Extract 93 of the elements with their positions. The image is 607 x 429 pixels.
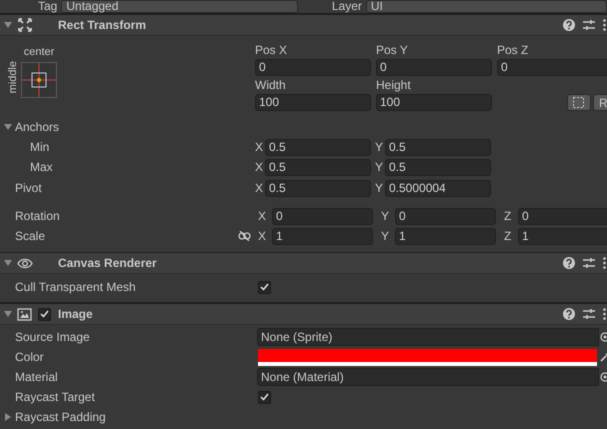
number-field[interactable]: 1 — [272, 228, 373, 244]
target-icon[interactable] — [600, 372, 607, 382]
number-field[interactable]: 0.5 — [265, 180, 371, 196]
number-field[interactable]: 1 — [518, 228, 607, 244]
checkmark-icon — [40, 310, 49, 318]
axis-label: Z — [504, 229, 512, 243]
axis-label: X — [258, 209, 268, 223]
color-swatch[interactable] — [258, 348, 597, 366]
property-label: Raycast Target — [15, 390, 96, 404]
property-label: Pivot — [15, 181, 43, 195]
axis-label: X — [255, 160, 264, 174]
dashed-square-icon — [573, 97, 584, 108]
target-icon[interactable] — [600, 332, 607, 342]
number-field[interactable]: 0.5 — [265, 138, 371, 156]
number-field[interactable]: 0 — [395, 208, 496, 224]
axis-label: X — [258, 229, 268, 243]
axis-label: Y — [381, 229, 390, 243]
number-field[interactable]: 0.5 — [385, 138, 491, 156]
tag-dropdown[interactable]: Untagged — [61, 0, 298, 13]
layer-label: Layer — [332, 0, 362, 13]
property-label[interactable]: Raycast Padding — [15, 410, 215, 424]
eye-icon — [17, 258, 33, 268]
axis-label: Y — [375, 160, 384, 174]
checkbox[interactable] — [258, 390, 271, 404]
eyedropper-icon[interactable] — [600, 352, 607, 362]
expand-arrow-icon[interactable] — [4, 259, 12, 267]
menu-icon[interactable] — [603, 308, 606, 320]
number-field[interactable]: 0.5000004 — [385, 180, 491, 196]
expand-arrow-icon[interactable] — [4, 21, 12, 29]
menu-icon[interactable] — [603, 257, 606, 269]
sliders-icon[interactable] — [583, 19, 595, 31]
property-label: Rotation — [15, 209, 61, 223]
axis-label: Y — [375, 181, 384, 195]
checkbox[interactable] — [258, 280, 271, 294]
component-title: Image — [58, 307, 94, 321]
field-label: Width — [255, 78, 287, 92]
component-title: Canvas Renderer — [58, 256, 158, 270]
help-icon[interactable] — [563, 308, 575, 320]
field-label: Pos Y — [376, 43, 409, 57]
field-label: Pos X — [255, 43, 288, 57]
anchor-preset-button[interactable] — [21, 62, 57, 98]
axis-label: X — [255, 140, 264, 154]
expand-arrow-icon[interactable] — [4, 310, 12, 318]
property-label[interactable]: Anchors — [15, 120, 215, 134]
number-field[interactable]: 0 — [497, 59, 607, 76]
anchor-preset-icon — [22, 62, 56, 96]
number-field[interactable]: 1 — [395, 228, 496, 244]
foldout-arrow-icon[interactable] — [4, 413, 12, 421]
axis-label: Z — [504, 209, 512, 223]
axis-label: X — [255, 181, 264, 195]
layer-dropdown[interactable]: UI — [366, 0, 607, 13]
property-label: Scale — [15, 229, 46, 243]
property-label: Source Image — [15, 330, 91, 344]
axis-label: Y — [375, 140, 384, 154]
component-header[interactable]: Image — [0, 304, 607, 325]
sliders-icon[interactable] — [583, 257, 595, 269]
number-field[interactable]: 0 — [255, 59, 371, 76]
object-field[interactable]: None (Material) — [257, 368, 599, 386]
unlink-icon[interactable] — [238, 231, 251, 241]
component-header[interactable]: Canvas Renderer — [0, 253, 607, 274]
menu-icon[interactable] — [603, 19, 606, 31]
number-field[interactable]: 0.5 — [265, 158, 371, 176]
axis-label: Y — [381, 209, 390, 223]
sliders-icon[interactable] — [583, 308, 595, 320]
property-label: Cull Transparent Mesh — [15, 280, 137, 294]
number-field[interactable]: 0.5 — [385, 158, 491, 176]
number-field[interactable]: 0 — [272, 208, 373, 224]
property-label: Min — [30, 140, 50, 154]
help-icon[interactable] — [563, 19, 575, 31]
preset-vertical-label: middle — [7, 61, 19, 94]
checkmark-icon — [260, 283, 269, 291]
checkbox[interactable] — [38, 308, 51, 320]
property-label: Material — [15, 370, 59, 384]
number-field[interactable]: 0 — [518, 208, 607, 224]
rect-transform-icon — [18, 18, 32, 32]
checkmark-icon — [260, 393, 269, 401]
number-field[interactable]: 0 — [376, 59, 492, 76]
tag-label: Tag — [38, 0, 58, 13]
preset-horizontal-label: center — [24, 46, 54, 58]
component-title: Rect Transform — [58, 18, 148, 32]
number-field[interactable]: 100 — [255, 94, 371, 111]
blueprint-mode-button[interactable] — [567, 94, 591, 111]
help-icon[interactable] — [563, 257, 575, 269]
field-label: Pos Z — [497, 43, 530, 57]
number-field[interactable]: 100 — [376, 94, 492, 111]
raw-edit-button[interactable]: R — [593, 94, 607, 111]
field-label: Height — [376, 78, 412, 92]
foldout-arrow-icon[interactable] — [4, 123, 12, 131]
component-header[interactable]: Rect Transform — [0, 15, 607, 36]
image-icon — [17, 308, 32, 320]
property-label: Color — [15, 350, 45, 364]
object-field[interactable]: None (Sprite) — [257, 328, 599, 346]
property-label: Max — [30, 160, 54, 174]
